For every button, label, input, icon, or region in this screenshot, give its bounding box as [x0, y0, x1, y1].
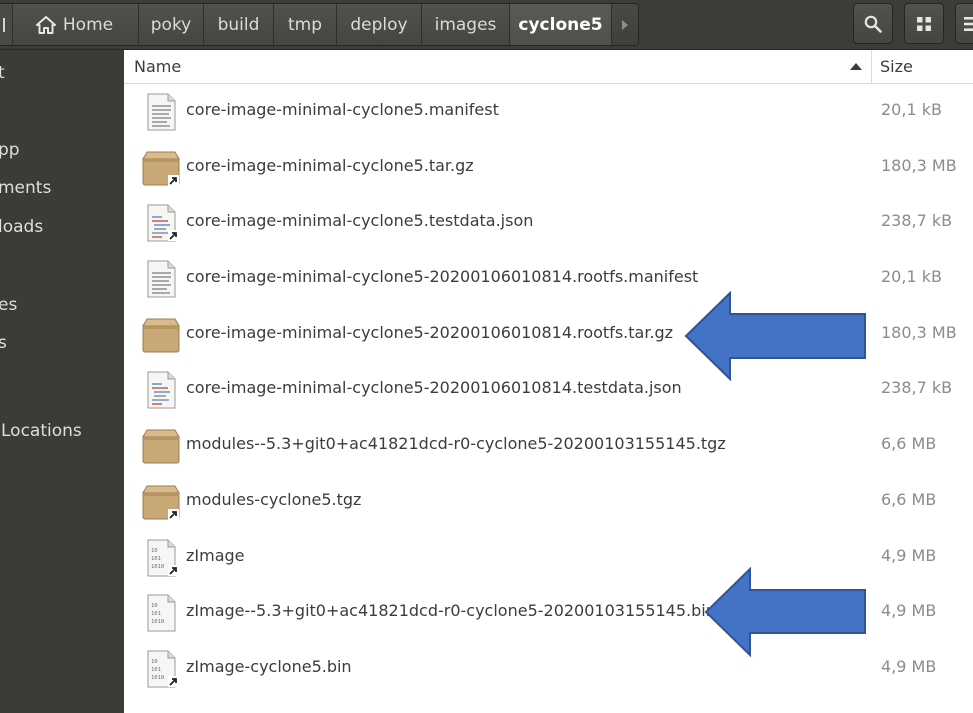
breadcrumb-poky[interactable]: poky — [139, 4, 204, 45]
archive-file-icon — [142, 149, 182, 187]
file-row[interactable]: core-image-minimal-cyclone5.testdata.jso… — [124, 194, 973, 250]
breadcrumb-label: deploy — [350, 14, 408, 35]
text-file-icon — [142, 260, 182, 298]
file-size: 180,3 MB — [881, 155, 957, 175]
breadcrumb-label: build — [217, 14, 260, 35]
file-size: 180,3 MB — [881, 322, 957, 342]
file-name: core-image-minimal-cyclone5-202001060108… — [186, 322, 674, 342]
file-name: core-image-minimal-cyclone5-202001060108… — [186, 267, 699, 287]
svg-text:10: 10 — [151, 548, 158, 554]
binary-file-icon: 10 101 1010 — [142, 650, 182, 688]
file-size: 238,7 kB — [881, 211, 953, 231]
file-row[interactable]: core-image-minimal-cyclone5.manifest 20,1… — [124, 83, 973, 139]
breadcrumb-images[interactable]: images — [422, 4, 510, 45]
sidebar-item-label: es — [0, 295, 18, 315]
file-name: core-image-minimal-cyclone5-202001060108… — [186, 378, 682, 398]
svg-text:101: 101 — [151, 667, 161, 673]
search-icon — [864, 15, 882, 33]
archive-file-icon — [142, 316, 182, 354]
sidebar-item-pictures[interactable]: es — [0, 291, 17, 319]
breadcrumb-home[interactable]: Home — [13, 4, 139, 45]
file-name: core-image-minimal-cyclone5.manifest — [186, 100, 499, 119]
svg-text:10: 10 — [151, 603, 158, 609]
svg-text:101: 101 — [151, 556, 161, 562]
sidebar-item-label: s — [0, 333, 7, 353]
breadcrumb: Home poky build tmp deploy images cyclon… — [0, 3, 639, 46]
sort-ascending-icon — [850, 63, 862, 70]
file-size: 238,7 kB — [881, 378, 953, 398]
file-name: core-image-minimal-cyclone5.tar.gz — [186, 155, 474, 175]
file-name: modules-cyclone5.tgz — [186, 489, 362, 509]
breadcrumb-label: tmp — [287, 14, 323, 35]
file-name: modules--5.3+git0+ac41821dcd-r0-cyclone5… — [186, 434, 726, 454]
breadcrumb-cyclone5[interactable]: cyclone5 — [510, 4, 612, 45]
name-column-header[interactable]: Name — [134, 57, 181, 76]
breadcrumb-label: poky — [150, 14, 192, 35]
file-name: zImage — [186, 545, 245, 565]
file-size: 4,9 MB — [881, 545, 937, 565]
breadcrumb-tmp[interactable]: tmp — [274, 4, 337, 45]
sidebar-item-label: pp — [0, 140, 20, 160]
breadcrumb-forward-button[interactable] — [612, 4, 638, 45]
sidebar-item-recent[interactable]: t — [0, 59, 5, 87]
sidebar-item-label: Locations — [1, 421, 82, 441]
menu-icon — [963, 16, 973, 31]
sidebar-item-other-locations[interactable]: Locations — [1, 417, 82, 445]
breadcrumb-prev-stub[interactable] — [0, 4, 13, 45]
file-name: core-image-minimal-cyclone5.testdata.jso… — [186, 211, 534, 231]
annotation-arrow-zimage — [704, 567, 866, 657]
grid-view-icon — [917, 16, 931, 31]
svg-text:101: 101 — [151, 611, 161, 617]
sidebar-item-videos[interactable]: s — [0, 329, 7, 357]
file-size: 20,1 kB — [881, 267, 942, 287]
file-size: 6,6 MB — [881, 489, 937, 509]
file-row[interactable]: modules--5.3+git0+ac41821dcd-r0-cyclone5… — [124, 417, 973, 473]
annotation-arrow-rootfs — [684, 291, 866, 381]
json-file-icon — [142, 204, 182, 242]
file-name: zImage--5.3+git0+ac41821dcd-r0-cyclone5-… — [186, 601, 716, 621]
home-icon — [35, 15, 56, 34]
file-row[interactable]: core-image-minimal-cyclone5.tar.gz 180,3 … — [124, 139, 973, 195]
file-size: 4,9 MB — [881, 656, 937, 676]
svg-text:1010: 1010 — [151, 619, 164, 625]
breadcrumb-label: cyclone5 — [518, 14, 603, 35]
search-button[interactable] — [853, 3, 893, 44]
breadcrumb-build[interactable]: build — [204, 4, 274, 45]
svg-text:10: 10 — [151, 659, 158, 665]
breadcrumb-label: images — [434, 14, 497, 35]
sidebar-item-label: loads — [0, 217, 44, 237]
file-size: 6,6 MB — [881, 434, 937, 454]
sidebar-item-label: ments — [0, 178, 52, 198]
svg-text:1010: 1010 — [151, 675, 164, 681]
view-toggle-button[interactable] — [904, 3, 944, 44]
text-file-icon — [142, 93, 182, 131]
svg-text:1010: 1010 — [151, 564, 164, 570]
menu-button[interactable] — [955, 3, 973, 44]
places-sidebar: t pp ments loads es s Locations — [0, 50, 124, 713]
archive-file-icon — [142, 427, 182, 465]
breadcrumb-deploy[interactable]: deploy — [337, 4, 422, 45]
size-column-header[interactable]: Size — [880, 57, 913, 76]
archive-file-icon — [142, 483, 182, 521]
file-row[interactable]: modules-cyclone5.tgz 6,6 MB — [124, 473, 973, 529]
sidebar-item-documents[interactable]: ments — [0, 174, 51, 202]
sidebar-item-downloads[interactable]: loads — [0, 213, 43, 241]
breadcrumb-label: Home — [62, 14, 114, 35]
file-size: 20,1 kB — [881, 100, 942, 119]
column-divider[interactable] — [871, 50, 872, 83]
sidebar-item-desktop[interactable]: pp — [0, 136, 20, 164]
column-header: Name Size — [124, 50, 973, 84]
binary-file-icon: 10 101 1010 — [142, 594, 182, 632]
binary-file-icon: 10 101 1010 — [142, 539, 182, 577]
chevron-right-icon — [622, 19, 628, 30]
file-size: 4,9 MB — [881, 601, 937, 621]
sidebar-item-label: t — [0, 63, 5, 83]
file-name: zImage-cyclone5.bin — [186, 656, 352, 676]
path-toolbar: Home poky build tmp deploy images cyclon… — [0, 0, 973, 50]
json-file-icon — [142, 371, 182, 409]
